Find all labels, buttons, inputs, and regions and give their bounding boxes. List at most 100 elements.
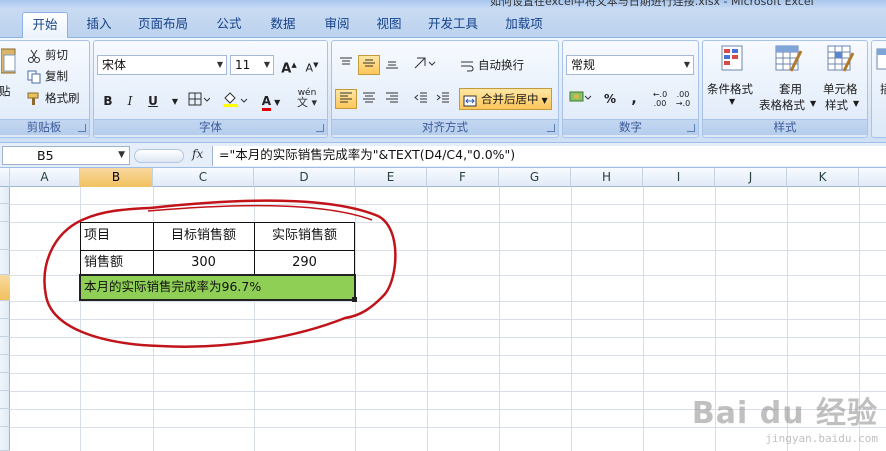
grow-font-button[interactable]: A▲ bbox=[278, 55, 300, 76]
align-left-button[interactable] bbox=[335, 89, 357, 109]
tab-addins[interactable]: 加载项 bbox=[494, 12, 554, 38]
percent-icon: % bbox=[603, 92, 617, 106]
comma-style-button[interactable]: , bbox=[623, 89, 645, 109]
shrink-font-button[interactable]: A▼ bbox=[301, 55, 323, 75]
chevron-down-icon: ▼ bbox=[274, 98, 281, 107]
align-middle-icon bbox=[363, 59, 375, 67]
increase-indent-icon bbox=[436, 92, 449, 103]
clipboard-launcher-icon[interactable] bbox=[78, 124, 86, 132]
cell-styles-label-1: 单元格 bbox=[823, 82, 858, 96]
cut-label: 剪切 bbox=[45, 48, 68, 62]
alignment-launcher-icon[interactable] bbox=[547, 124, 555, 132]
formula-bar: B5 ▼ fx ="本月的实际销售完成率为"&TEXT(D4/C4,"0.0%"… bbox=[0, 142, 886, 168]
align-top-icon bbox=[340, 57, 352, 65]
conditional-format-button[interactable]: 条件格式 bbox=[707, 81, 753, 97]
chevron-down-icon: ▼ bbox=[171, 97, 179, 106]
tab-review[interactable]: 审阅 bbox=[314, 12, 360, 38]
formula-bar-splitter[interactable] bbox=[134, 149, 184, 163]
underline-dropdown[interactable]: ▼ bbox=[164, 91, 186, 111]
table-format-button[interactable]: 表格格式 bbox=[759, 97, 805, 113]
insert-function-icon[interactable]: fx bbox=[192, 147, 203, 161]
chevron-down-icon: ▼ bbox=[216, 60, 223, 69]
tab-formulas[interactable]: 公式 bbox=[206, 12, 252, 38]
underline-icon: U bbox=[148, 94, 158, 108]
title-bar: 如何设置在excel中将文本与日期进行连接.xlsx - Microsoft E… bbox=[0, 0, 886, 8]
paste-label: 贴 bbox=[0, 84, 11, 98]
insert-cells-icon[interactable] bbox=[876, 45, 886, 78]
borders-icon bbox=[188, 92, 211, 106]
number-launcher-icon[interactable] bbox=[687, 124, 695, 132]
cut-button[interactable]: 剪切 bbox=[27, 47, 68, 63]
font-name-select[interactable]: 宋体 ▼ bbox=[97, 55, 227, 75]
align-left-icon bbox=[340, 92, 352, 103]
cell-styles-button[interactable]: 样式 bbox=[825, 97, 848, 113]
comma-icon: , bbox=[631, 91, 637, 107]
merge-center-button[interactable]: 合并后居中 ▼ bbox=[459, 88, 552, 110]
underline-button[interactable]: U bbox=[142, 91, 164, 111]
currency-icon bbox=[569, 91, 592, 102]
align-middle-button[interactable] bbox=[358, 55, 380, 75]
tab-data[interactable]: 数据 bbox=[260, 12, 306, 38]
number-group: 常规 ▼ % , ←.0.00 .00 →.0 数字 bbox=[562, 40, 699, 138]
increase-indent-button[interactable] bbox=[432, 89, 454, 109]
number-format-select[interactable]: 常规 ▼ bbox=[566, 55, 694, 75]
format-painter-label: 格式刷 bbox=[45, 91, 80, 105]
decrease-decimal-button[interactable]: .00 →.0 bbox=[672, 89, 694, 109]
accounting-format-button[interactable] bbox=[566, 89, 596, 109]
styles-group-label: 样式 bbox=[703, 119, 867, 135]
borders-button[interactable] bbox=[184, 91, 214, 111]
align-right-button[interactable] bbox=[381, 89, 403, 109]
styles-group: 条件格式 ▼ 套用 表格格式 ▼ 单元格 样式 ▼ 样式 bbox=[702, 40, 868, 138]
table-format-icon[interactable] bbox=[775, 45, 803, 78]
scissors-icon bbox=[27, 49, 42, 63]
orientation-button[interactable] bbox=[410, 55, 440, 75]
phonetic-guide-button[interactable]: wén 文 ▾ bbox=[290, 87, 324, 113]
copy-icon bbox=[27, 70, 42, 84]
chevron-down-icon: ▼ bbox=[118, 150, 125, 160]
bold-button[interactable]: B bbox=[97, 91, 119, 111]
cell-styles-icon[interactable] bbox=[827, 45, 855, 78]
name-box[interactable]: B5 ▼ bbox=[2, 146, 130, 165]
tab-insert[interactable]: 插入 bbox=[76, 12, 122, 38]
paste-button[interactable] bbox=[0, 47, 17, 80]
number-format-value: 常规 bbox=[571, 58, 596, 72]
align-top-button[interactable] bbox=[335, 55, 357, 75]
shrink-font-icon: A bbox=[305, 61, 314, 75]
font-launcher-icon[interactable] bbox=[316, 124, 324, 132]
align-bottom-button[interactable] bbox=[381, 55, 403, 75]
cells-group: 插 bbox=[871, 40, 886, 138]
alignment-group-label: 对齐方式 bbox=[332, 119, 558, 135]
wrap-text-button[interactable]: 自动换行 bbox=[460, 57, 524, 73]
insert-cells-button[interactable]: 插 bbox=[880, 81, 886, 97]
format-painter-button[interactable]: 格式刷 bbox=[27, 90, 80, 106]
worksheet-grid[interactable]: A B C D E F G H I J K 项目 目标销售额 实际销售额 销售额… bbox=[0, 168, 886, 451]
align-center-icon bbox=[363, 92, 375, 103]
italic-button[interactable]: I bbox=[119, 91, 141, 111]
orientation-icon bbox=[414, 57, 436, 69]
chevron-down-icon: ▼ bbox=[263, 60, 270, 69]
window-title: 如何设置在excel中将文本与日期进行连接.xlsx - Microsoft E… bbox=[490, 0, 814, 8]
increase-decimal-button[interactable]: ←.0.00 bbox=[649, 89, 671, 109]
fill-color-button[interactable] bbox=[218, 91, 252, 111]
chevron-down-icon: ▼ bbox=[541, 96, 548, 105]
chevron-down-icon: ▼ bbox=[683, 60, 690, 69]
tab-page-layout[interactable]: 页面布局 bbox=[130, 12, 196, 38]
chevron-down-icon: ▼ bbox=[853, 99, 860, 108]
copy-button[interactable]: 复制 bbox=[27, 68, 68, 84]
font-size-select[interactable]: 11 ▼ bbox=[230, 55, 274, 75]
tab-developer[interactable]: 开发工具 bbox=[420, 12, 486, 38]
font-color-button[interactable]: A ▼ bbox=[254, 91, 288, 111]
tab-view[interactable]: 视图 bbox=[366, 12, 412, 38]
increase-decimal-icon: ←.0.00 bbox=[652, 90, 668, 108]
align-center-button[interactable] bbox=[358, 89, 380, 109]
italic-icon: I bbox=[127, 94, 133, 108]
name-box-value: B5 bbox=[37, 148, 54, 163]
percent-style-button[interactable]: % bbox=[599, 89, 621, 109]
tab-home[interactable]: 开始 bbox=[22, 12, 68, 39]
font-group-label: 字体 bbox=[94, 119, 327, 135]
conditional-format-icon[interactable] bbox=[721, 45, 743, 78]
formula-input[interactable]: ="本月的实际销售完成率为"&TEXT(D4/C4,"0.0%") bbox=[212, 146, 886, 166]
brush-icon bbox=[27, 92, 42, 106]
watermark-brand: Bai du 经验 bbox=[691, 396, 878, 431]
decrease-indent-button[interactable] bbox=[410, 89, 432, 109]
